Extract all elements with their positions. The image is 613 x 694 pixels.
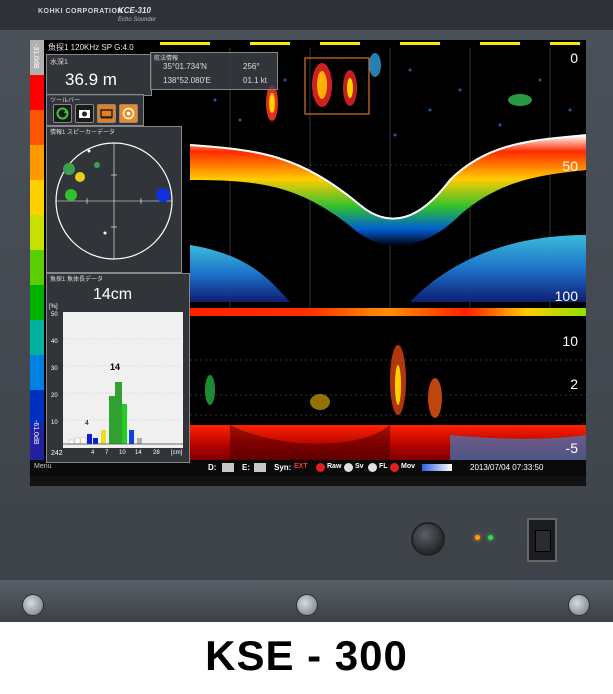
gain-segment — [30, 180, 44, 215]
target-icon[interactable] — [119, 104, 138, 123]
nav-longitude: 138°52.080'E — [163, 76, 211, 85]
sv-label: Sv — [355, 463, 364, 470]
gain-top-label: -31.0dB — [32, 44, 39, 69]
status-led-green — [488, 535, 493, 540]
power-knob[interactable] — [411, 522, 445, 556]
nav-panel[interactable]: 航法情報 35°01.734'N 256° 138°52.080'E 01.1 … — [150, 52, 278, 90]
gain-segment — [30, 250, 44, 285]
power-switch[interactable] — [527, 518, 557, 562]
gain-segment — [30, 145, 44, 180]
product-label: KSE - 300 — [205, 632, 408, 679]
depth-scale-50: 50 — [562, 158, 578, 174]
zoom-scale-neg5: -5 — [565, 440, 578, 456]
x-tick-4: 4 — [91, 450, 95, 456]
y-tick-20: 20 — [51, 393, 58, 399]
y-tick-40: 40 — [51, 339, 58, 345]
sync-value: EXT — [294, 463, 308, 470]
gain-segment — [30, 215, 44, 250]
fish-size-unit: [%] — [49, 304, 58, 310]
brand-name: KOHKI CORPORATION — [38, 8, 123, 15]
fl-label: FL — [379, 463, 388, 470]
level-meter — [422, 464, 452, 471]
sonar-scope — [55, 142, 173, 260]
toolbar-panel: ツールバー — [46, 94, 144, 126]
fish-size-label: 魚探1 魚体長データ — [50, 277, 104, 283]
gain-segment — [30, 110, 44, 145]
zoom-scale-10: 10 — [562, 333, 578, 349]
d-indicator[interactable] — [222, 463, 234, 472]
sv-indicator-icon[interactable] — [344, 463, 353, 472]
e-indicator[interactable] — [254, 463, 266, 472]
sonar-panel[interactable]: 情報1 スピーカーデータ — [46, 126, 182, 273]
x-tick-14: 14 — [135, 450, 142, 456]
gain-segment — [30, 320, 44, 355]
sync-label: Syn: — [274, 463, 292, 472]
model-name: KCE-310 — [118, 6, 151, 15]
depth-label: 水深1 — [50, 59, 68, 66]
mov-label: Mov — [401, 463, 415, 470]
fish-size-panel[interactable]: 魚探1 魚体長データ 14cm [%] 14 4 50 40 30 20 10 … — [46, 273, 190, 463]
nav-speed: 01.1 kt — [243, 76, 268, 85]
mov-indicator-icon[interactable] — [390, 463, 399, 472]
echo-sounder-screen: 0 50 100 10 2 -5 -31.0dB -61.0dB 魚探1 120… — [30, 40, 586, 476]
e-label: E: — [242, 463, 250, 472]
status-bar: Menu D: E: Syn: EXT Raw Sv FL Mov 2013/0… — [30, 460, 586, 476]
x-unit: [cm] — [171, 450, 183, 456]
gain-segment — [30, 285, 44, 320]
x-tick-7: 7 — [105, 450, 109, 456]
model-subtitle: Echo Sounder — [118, 17, 157, 23]
histogram-svg — [63, 338, 183, 445]
raw-label: Raw — [327, 463, 342, 470]
display-cabinet: KOHKI CORPORATION KCE-310 Echo Sounder 0… — [0, 0, 613, 594]
zoom-scale-2: 2 — [570, 376, 578, 392]
status-datetime: 2013/07/04 07:33:50 — [470, 463, 544, 472]
screw-center — [296, 594, 318, 616]
histogram-small-label: 4 — [85, 420, 89, 427]
color-strip — [190, 308, 586, 316]
fl-indicator-icon[interactable] — [368, 463, 377, 472]
nav-label: 航法情報 — [154, 56, 179, 62]
depth-scale-100: 100 — [554, 288, 578, 304]
sonar-target — [63, 163, 75, 175]
raw-indicator-icon[interactable] — [316, 463, 325, 472]
cabinet-header: KOHKI CORPORATION KCE-310 Echo Sounder — [0, 0, 613, 30]
screw-right — [568, 594, 590, 616]
gain-color-bar[interactable] — [30, 40, 44, 460]
gain-bottom-label: -61.0dB — [32, 420, 39, 445]
depth-panel[interactable]: 水深1 36.9 m — [46, 54, 152, 96]
gain-segment — [30, 355, 44, 390]
cabinet-base — [0, 580, 613, 622]
gain-segment — [30, 75, 44, 110]
refresh-icon[interactable] — [53, 104, 72, 123]
x-tick-10: 10 — [119, 450, 126, 456]
depth-value: 36.9 m — [65, 70, 117, 89]
fish-count: 242 — [51, 450, 63, 457]
screen-bezel-bottom — [30, 476, 586, 486]
y-tick-50: 50 — [51, 312, 58, 318]
depth-scale-0: 0 — [570, 50, 578, 66]
camera-icon[interactable] — [75, 104, 94, 123]
nav-heading: 256° — [243, 62, 260, 71]
fish-size-value: 14cm — [93, 286, 133, 303]
top-ruler — [160, 42, 580, 45]
second-echo-left — [190, 245, 290, 302]
y-tick-10: 10 — [51, 420, 58, 426]
x-tick-28: 28 — [153, 450, 160, 456]
histogram-peak-label: 14 — [110, 362, 121, 372]
screw-left — [22, 594, 44, 616]
menu-button[interactable]: Menu — [34, 463, 52, 470]
status-led-orange — [475, 535, 480, 540]
histogram-area: 14 4 — [63, 312, 183, 448]
nav-latitude: 35°01.734'N — [163, 62, 207, 71]
channel-info: 魚探1 120KHz SP G:4.0 — [48, 43, 134, 52]
d-label: D: — [208, 463, 217, 472]
y-tick-30: 30 — [51, 366, 58, 372]
record-icon[interactable] — [97, 104, 116, 123]
toolbar-label: ツールバー — [50, 98, 81, 104]
